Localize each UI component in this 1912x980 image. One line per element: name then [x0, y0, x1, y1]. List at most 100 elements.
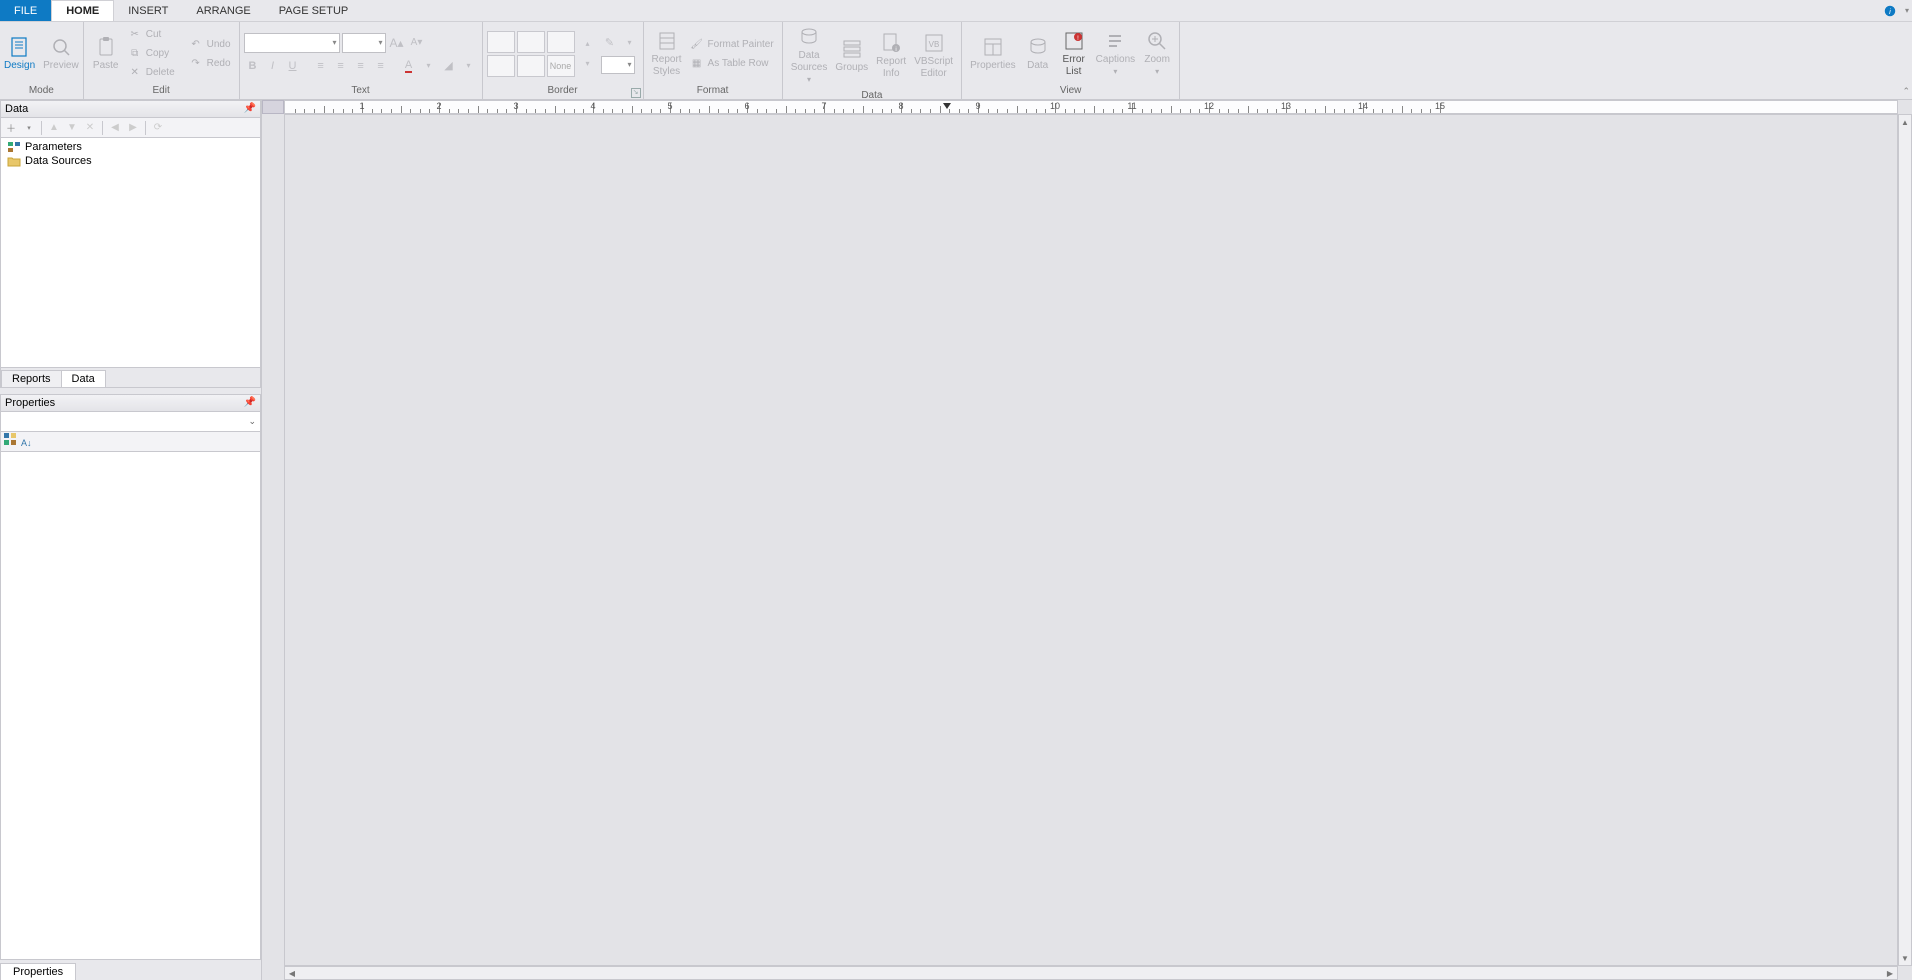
prev-button[interactable]: ◀ — [107, 120, 123, 136]
shrink-font-button[interactable]: A▾ — [408, 34, 426, 52]
font-size-combo[interactable]: ▾ — [342, 33, 386, 53]
border-preset-5[interactable] — [517, 55, 545, 77]
tree-item-label: Data Sources — [25, 155, 92, 167]
paste-button[interactable]: Paste — [88, 24, 124, 83]
tab-insert[interactable]: INSERT — [114, 0, 182, 21]
horizontal-ruler[interactable]: 123456789101112131415 — [284, 100, 1898, 114]
horizontal-scrollbar[interactable]: ◀ ▶ — [284, 966, 1898, 980]
chevron-down-icon: ▾ — [1155, 66, 1159, 78]
remove-button[interactable]: ✕ — [82, 120, 98, 136]
border-preset-1[interactable] — [487, 31, 515, 53]
next-button[interactable]: ▶ — [125, 120, 141, 136]
properties-grid[interactable] — [0, 452, 261, 960]
ruler-tick-label: 12 — [1204, 101, 1214, 111]
add-button[interactable]: ＋ — [3, 120, 19, 136]
tree-item-data-sources[interactable]: Data Sources — [1, 154, 260, 168]
scroll-down-button[interactable]: ▼ — [1899, 951, 1911, 965]
border-none-button[interactable]: None — [547, 55, 575, 77]
border-dialog-launcher[interactable]: ↘ — [631, 88, 641, 98]
font-color-button[interactable]: A — [400, 57, 418, 75]
design-button[interactable]: Design — [0, 24, 39, 83]
ruler-tick-label: 1 — [359, 101, 364, 111]
report-info-button[interactable]: i Report Info — [872, 24, 910, 88]
groups-button[interactable]: Groups — [831, 24, 872, 88]
data-sources-icon — [798, 26, 820, 48]
chevron-down-icon: ▾ — [379, 38, 383, 47]
categorized-button[interactable] — [3, 432, 17, 451]
properties-pane-label: Properties — [970, 60, 1016, 72]
canvas[interactable] — [284, 114, 1898, 966]
scroll-right-button[interactable]: ▶ — [1883, 967, 1897, 979]
align-justify-button[interactable]: ≡ — [372, 57, 390, 75]
pin-icon[interactable]: 📌 — [244, 103, 256, 114]
alphabetical-button[interactable]: A↓ — [21, 433, 32, 451]
preview-button[interactable]: Preview — [39, 24, 83, 83]
data-tree[interactable]: Parameters Data Sources — [0, 138, 261, 368]
fill-color-button[interactable]: ◢ — [440, 57, 458, 75]
align-center-button[interactable]: ≡ — [332, 57, 350, 75]
captions-button[interactable]: Captions ▾ — [1092, 24, 1139, 83]
scroll-up-button[interactable]: ▲ — [1899, 115, 1911, 129]
tab-home[interactable]: HOME — [51, 0, 114, 21]
tab-page-setup[interactable]: PAGE SETUP — [265, 0, 362, 21]
tab-file[interactable]: FILE — [0, 0, 51, 21]
error-list-label: Error List — [1063, 54, 1085, 78]
tab-data[interactable]: Data — [61, 370, 106, 387]
bold-button[interactable]: B — [244, 57, 262, 75]
border-preset-3[interactable] — [547, 31, 575, 53]
cut-button[interactable]: ✂Cut — [124, 26, 179, 44]
copy-button[interactable]: ⧉Copy — [124, 45, 179, 63]
tab-arrange[interactable]: ARRANGE — [182, 0, 264, 21]
properties-pane-button[interactable]: Properties — [966, 24, 1020, 83]
properties-object-combo[interactable]: ⌄ — [0, 412, 261, 432]
border-preset-4[interactable] — [487, 55, 515, 77]
move-down-button[interactable]: ▼ — [64, 120, 80, 136]
ribbon-collapse-button[interactable]: ⌃ — [1902, 86, 1910, 97]
data-pane-button[interactable]: Data — [1020, 24, 1056, 83]
left-sidebar: Data 📌 ＋ ▾ ▲ ▼ ✕ ◀ ▶ ⟳ Parameters Data S… — [0, 100, 262, 980]
pin-icon[interactable]: 📌 — [244, 397, 256, 408]
fill-color-dropdown[interactable]: ▾ — [460, 57, 478, 75]
border-width-combo[interactable]: ▾ — [601, 56, 635, 74]
data-sources-button[interactable]: Data Sources ▾ — [787, 24, 832, 88]
ruler-corner[interactable] — [262, 100, 284, 114]
undo-button[interactable]: ↶Undo — [185, 35, 235, 53]
info-dropdown-icon[interactable]: ▾ — [1902, 0, 1912, 21]
paste-icon — [95, 36, 117, 58]
border-preset-2[interactable] — [517, 31, 545, 53]
border-color-button[interactable]: ✎ — [601, 34, 619, 52]
grow-font-button[interactable]: A▴ — [388, 34, 406, 52]
align-left-button[interactable]: ≡ — [312, 57, 330, 75]
ribbon: Design Preview Mode Paste ✂Cut ⧉Copy ✕De… — [0, 22, 1912, 100]
delete-button[interactable]: ✕Delete — [124, 64, 179, 82]
tree-item-parameters[interactable]: Parameters — [1, 140, 260, 154]
vertical-scrollbar[interactable]: ▲ ▼ — [1898, 114, 1912, 966]
info-icon[interactable]: i — [1878, 0, 1902, 21]
add-dropdown[interactable]: ▾ — [21, 120, 37, 136]
error-list-button[interactable]: ! Error List — [1056, 24, 1092, 83]
format-painter-button[interactable]: 🖌Format Painter — [686, 35, 778, 53]
move-up-button[interactable]: ▲ — [46, 120, 62, 136]
underline-button[interactable]: U — [284, 57, 302, 75]
border-gallery-down[interactable]: ▾ — [579, 55, 597, 73]
font-family-combo[interactable]: ▾ — [244, 33, 340, 53]
tab-properties-bottom[interactable]: Properties — [0, 963, 76, 980]
chevron-right-icon: ▶ — [129, 122, 137, 133]
categorized-icon — [3, 433, 17, 450]
as-table-row-button[interactable]: ▦As Table Row — [686, 54, 778, 72]
parameters-icon — [7, 141, 21, 153]
border-gallery-up[interactable]: ▴ — [579, 35, 597, 53]
ruler-marker[interactable] — [943, 103, 951, 109]
zoom-button[interactable]: Zoom ▾ — [1139, 24, 1175, 83]
redo-button[interactable]: ↷Redo — [185, 54, 235, 72]
italic-button[interactable]: I — [264, 57, 282, 75]
captions-label: Captions — [1096, 54, 1135, 66]
align-right-button[interactable]: ≡ — [352, 57, 370, 75]
tab-reports[interactable]: Reports — [1, 370, 62, 387]
refresh-button[interactable]: ⟳ — [150, 120, 166, 136]
font-color-dropdown[interactable]: ▾ — [420, 57, 438, 75]
vbscript-editor-button[interactable]: VB VBScript Editor — [910, 24, 957, 88]
border-color-dropdown[interactable]: ▾ — [621, 34, 639, 52]
scroll-left-button[interactable]: ◀ — [285, 967, 299, 979]
report-styles-button[interactable]: Report Styles — [648, 24, 686, 83]
